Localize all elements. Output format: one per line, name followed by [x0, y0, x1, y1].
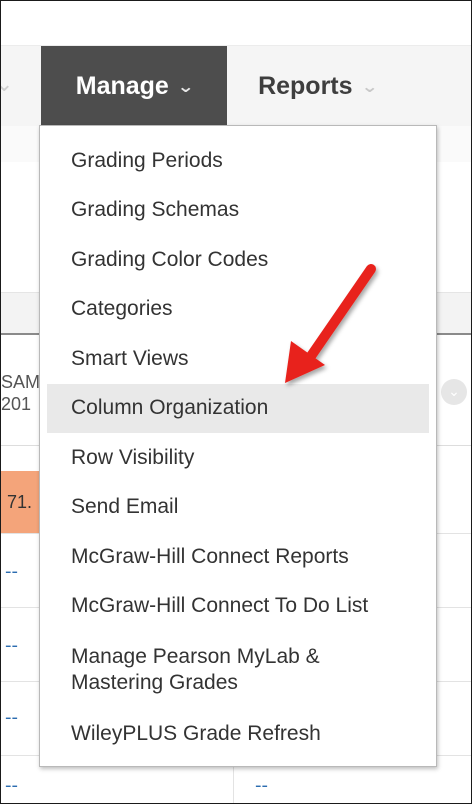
manage-dropdown-menu: Grading Periods Grading Schemas Grading …: [39, 125, 437, 767]
menu-item-manage-pearson-mylab[interactable]: Manage Pearson MyLab & Mastering Grades: [47, 631, 429, 709]
menu-item-grading-schemas[interactable]: Grading Schemas: [47, 186, 429, 236]
grade-cell-orange[interactable]: 71.: [1, 471, 39, 533]
red-arrow-annotation: [285, 264, 376, 383]
chevron-down-icon: ⌄: [176, 76, 195, 96]
tab-reports-label: Reports: [258, 71, 353, 100]
nav-left-partial-tab[interactable]: ⌄: [1, 46, 41, 126]
top-nav-bar: ⌄ Manage ⌄ Reports ⌄: [1, 45, 471, 127]
chevron-down-icon: ⌄: [360, 76, 378, 96]
menu-item-wileyplus-grade-refresh[interactable]: WileyPLUS Grade Refresh: [47, 709, 429, 759]
menu-item-send-email[interactable]: Send Email: [47, 483, 429, 533]
column-header-text: SAM 201: [1, 371, 39, 415]
grade-cell-empty[interactable]: --: [5, 561, 18, 582]
menu-item-row-visibility[interactable]: Row Visibility: [47, 433, 429, 483]
grade-cell-empty[interactable]: --: [5, 775, 18, 796]
tab-reports[interactable]: Reports ⌄: [227, 46, 407, 126]
menu-item-mcgraw-hill-connect-reports[interactable]: McGraw-Hill Connect Reports: [47, 532, 429, 582]
column-header-line2: 201: [1, 394, 32, 414]
menu-item-mcgraw-hill-connect-to-do-list[interactable]: McGraw-Hill Connect To Do List: [47, 582, 429, 632]
tab-manage-label: Manage: [75, 71, 169, 100]
grade-cell-empty[interactable]: --: [255, 775, 268, 796]
chevron-down-icon: ⌄: [1, 72, 13, 97]
tab-manage[interactable]: Manage ⌄: [41, 46, 227, 126]
arrow-shaft: [304, 264, 376, 364]
screenshot-frame: ⌄ Manage ⌄ Reports ⌄ SAM 201 ⌄ 71. -- --…: [0, 0, 472, 804]
column-header-line1: SAM: [1, 372, 39, 392]
grade-cell-empty[interactable]: --: [5, 635, 18, 656]
menu-item-grading-periods[interactable]: Grading Periods: [47, 136, 429, 186]
grade-cell-empty[interactable]: --: [5, 707, 18, 728]
column-menu-chevron-icon[interactable]: ⌄: [441, 379, 467, 405]
